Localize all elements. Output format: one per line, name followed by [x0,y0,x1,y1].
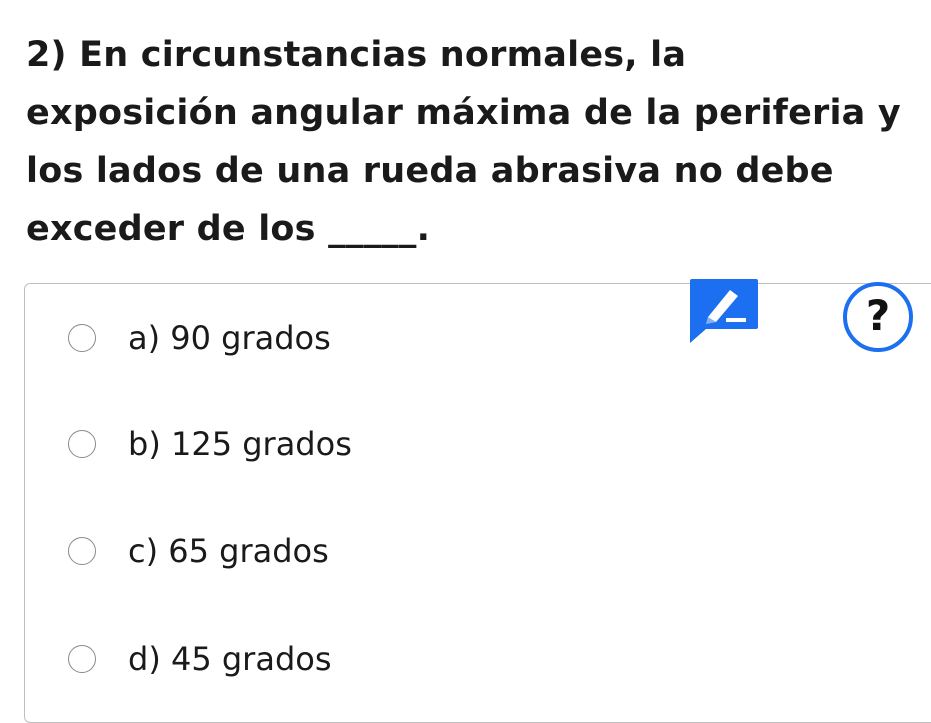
option-a-label: a) 90 grados [128,319,331,357]
option-b[interactable]: b) 125 grados [68,424,352,464]
question-mark-glyph: ? [865,291,891,340]
option-d[interactable]: d) 45 grados [68,639,332,679]
radio-button-b[interactable] [68,430,96,458]
radio-button-c[interactable] [68,537,96,565]
option-a[interactable]: a) 90 grados [68,318,331,358]
option-d-label: d) 45 grados [128,640,332,678]
help-question-icon[interactable]: ? [843,282,913,352]
option-c-label: c) 65 grados [128,532,329,570]
pencil-notepad-icon[interactable] [688,277,760,345]
radio-button-d[interactable] [68,645,96,673]
option-b-label: b) 125 grados [128,425,352,463]
option-c[interactable]: c) 65 grados [68,531,329,571]
radio-button-a[interactable] [68,324,96,352]
question-text: 2) En circunstancias normales, la exposi… [26,35,901,249]
